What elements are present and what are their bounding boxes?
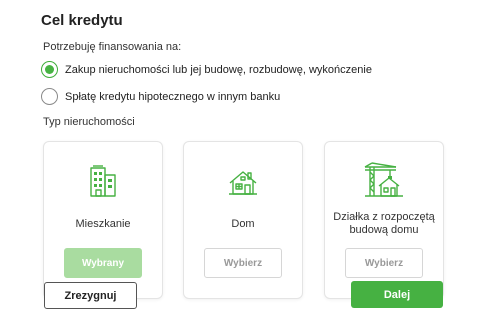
financing-label: Potrzebuję finansowania na: [43,41,182,53]
radio-button-unchecked[interactable] [41,88,58,105]
card-title: Mieszkanie [75,218,131,230]
property-type-label: Typ nieruchomości [43,116,135,128]
card-title: Dom [231,218,255,230]
property-card-plot[interactable]: Działka z rozpoczętą budową domu Wybierz [324,141,444,299]
property-card-apartment[interactable]: Mieszkanie Wybrany [43,141,163,299]
next-button[interactable]: Dalej [351,281,443,308]
apartment-building-icon [89,164,117,203]
card-title: Działka z rozpoczętą budową domu [333,211,435,236]
radio-button-checked[interactable] [41,61,58,78]
selected-button[interactable]: Wybrany [64,248,142,278]
radio-option-label: Spłatę kredytu hipotecznego w innym bank… [65,90,281,103]
choose-button[interactable]: Wybierz [204,248,282,278]
radio-option-label: Zakup nieruchomości lub jej budowę, rozb… [65,63,372,76]
page-title: Cel kredytu [41,12,123,29]
choose-button[interactable]: Wybierz [345,248,423,278]
radio-option-refinance[interactable]: Spłatę kredytu hipotecznego w innym bank… [41,88,280,105]
house-icon [228,170,258,201]
cancel-button[interactable]: Zrezygnuj [44,282,137,309]
crane-construction-icon [362,162,406,203]
radio-option-purchase[interactable]: Zakup nieruchomości lub jej budowę, rozb… [41,61,372,78]
property-card-house[interactable]: Dom Wybierz [183,141,303,299]
